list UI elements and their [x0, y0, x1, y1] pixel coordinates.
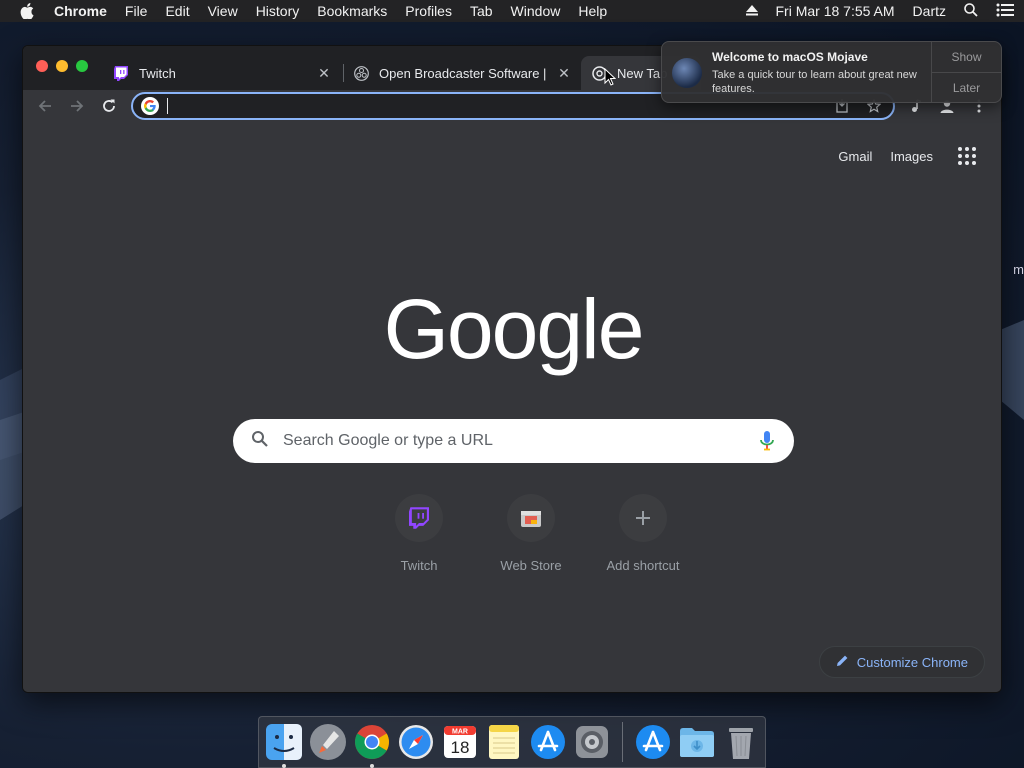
customize-chrome-label: Customize Chrome [856, 654, 968, 670]
google-apps-icon[interactable] [955, 144, 979, 168]
back-arrow-icon[interactable] [34, 95, 56, 117]
google-logo: Google [384, 282, 645, 376]
calendar-day: 18 [451, 738, 470, 757]
menu-window[interactable]: Window [511, 3, 561, 19]
voice-search-icon[interactable] [760, 431, 774, 456]
zoom-window-button[interactable] [76, 60, 88, 72]
menu-file[interactable]: File [125, 3, 148, 19]
chrome-icon[interactable] [352, 722, 392, 768]
notes-icon[interactable] [484, 722, 524, 762]
tab-close-icon[interactable]: ✕ [317, 65, 331, 82]
spotlight-search-icon[interactable] [964, 2, 978, 20]
dock: MAR 18 [258, 716, 766, 768]
system-preferences-icon[interactable] [572, 722, 612, 762]
menu-history[interactable]: History [256, 3, 300, 19]
menu-edit[interactable]: Edit [165, 3, 189, 19]
notification-center-icon[interactable] [996, 3, 1014, 20]
safari-icon[interactable] [396, 722, 436, 762]
notification-title: Welcome to macOS Mojave [712, 50, 868, 64]
search-box[interactable]: Search Google or type a URL [233, 419, 794, 463]
app-store-icon[interactable] [633, 722, 673, 762]
menu-bookmarks[interactable]: Bookmarks [317, 3, 387, 19]
top-links: Gmail Images [820, 144, 979, 168]
app-store-icon[interactable] [528, 722, 568, 762]
menu-tab[interactable]: Tab [470, 3, 493, 19]
trash-icon[interactable] [721, 722, 761, 762]
images-link[interactable]: Images [890, 149, 933, 164]
search-placeholder: Search Google or type a URL [283, 432, 493, 449]
twitch-icon [113, 65, 129, 81]
tab-title: Open Broadcaster Software | O [379, 65, 549, 81]
menu-app-name[interactable]: Chrome [54, 3, 107, 19]
menu-help[interactable]: Help [578, 3, 607, 19]
twitch-icon [395, 494, 443, 542]
shortcut-label: Web Store [500, 558, 562, 573]
eject-icon[interactable] [745, 3, 758, 19]
gmail-link[interactable]: Gmail [838, 149, 872, 164]
tab-twitch[interactable]: Twitch ✕ [103, 56, 341, 90]
menu-view[interactable]: View [208, 3, 238, 19]
forward-arrow-icon[interactable] [66, 95, 88, 117]
notification-banner[interactable]: Welcome to macOS Mojave Take a quick tou… [661, 41, 1002, 103]
text-cursor [167, 98, 168, 114]
web-store-icon [507, 494, 555, 542]
menu-bar: Chrome File Edit View History Bookmarks … [0, 0, 1024, 22]
mouse-cursor-icon [604, 68, 616, 86]
plus-icon [619, 494, 667, 542]
tab-title: Twitch [139, 65, 176, 81]
calendar-month: MAR [452, 729, 468, 736]
shortcut-web-store[interactable]: Web Store [475, 494, 587, 573]
menu-profiles[interactable]: Profiles [405, 3, 452, 19]
notification-show-button[interactable]: Show [932, 42, 1001, 72]
menu-clock[interactable]: Fri Mar 18 7:55 AM [776, 3, 895, 19]
macos-mojave-icon [672, 58, 702, 88]
launchpad-icon[interactable] [308, 722, 348, 762]
notification-actions: Show Later [931, 42, 1001, 102]
calendar-icon[interactable]: MAR 18 [440, 722, 480, 762]
notification-later-button[interactable]: Later [932, 72, 1001, 102]
desktop-file-label-fragment: m [1013, 262, 1024, 277]
customize-chrome-button[interactable]: Customize Chrome [818, 646, 985, 678]
notification-body: Take a quick tour to learn about great n… [712, 69, 917, 95]
google-g-icon [141, 97, 159, 115]
menu-user-name[interactable]: Dartz [913, 3, 946, 19]
window-controls [36, 60, 96, 72]
shortcuts: Twitch Web Store Add shortcut [363, 494, 699, 573]
new-tab-page: Gmail Images Google Search Google or typ… [23, 122, 1001, 692]
tab-close-icon[interactable]: ✕ [557, 65, 571, 82]
dock-separator [622, 722, 623, 762]
reload-icon[interactable] [98, 95, 120, 117]
shortcut-add[interactable]: Add shortcut [587, 494, 699, 573]
google-logo-text: Google [384, 282, 643, 376]
close-window-button[interactable] [36, 60, 48, 72]
shortcut-label: Twitch [400, 558, 438, 573]
shortcut-label: Add shortcut [606, 558, 680, 573]
apple-menu-icon[interactable] [20, 2, 36, 20]
search-icon [251, 430, 269, 453]
shortcut-twitch[interactable]: Twitch [363, 494, 475, 573]
finder-icon[interactable] [264, 722, 304, 768]
obs-icon [353, 65, 369, 81]
tab-obs[interactable]: Open Broadcaster Software | O ✕ [343, 56, 581, 90]
chrome-window: Twitch ✕ Open Broadcaster Software | O ✕… [22, 45, 1002, 693]
pencil-icon [836, 654, 849, 670]
minimize-window-button[interactable] [56, 60, 68, 72]
downloads-folder-icon[interactable] [677, 722, 717, 762]
